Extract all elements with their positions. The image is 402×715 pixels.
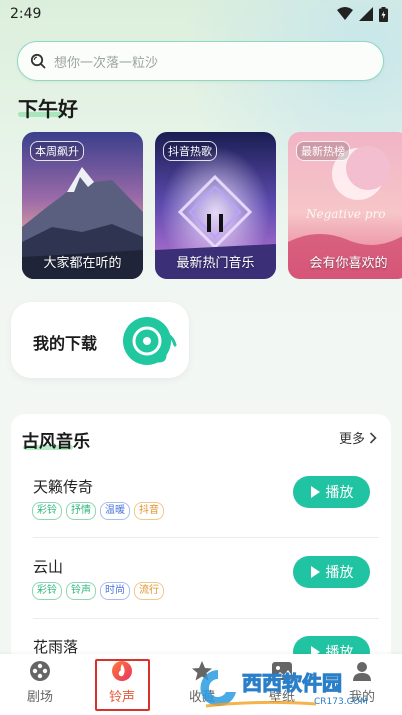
card-overlay-text: Negative pro: [306, 207, 386, 221]
search-input[interactable]: 想你一次落一粒沙: [17, 41, 384, 81]
my-downloads-label: 我的下载: [33, 334, 98, 353]
nav-label: 剧场: [26, 690, 53, 705]
chevron-right-icon: [369, 431, 377, 444]
greeting-title: 下午好: [18, 97, 78, 121]
section-title: 古风音乐: [22, 432, 90, 452]
song-tag: 抖音: [134, 502, 164, 520]
song-tags: 彩铃 抒情 温暖 抖音: [32, 502, 164, 520]
song-tag: 彩铃: [32, 502, 62, 520]
playlist-carousel[interactable]: 本周飙升 大家都在听的 抖音热歌 最新热门音乐 最新热榜 Negative pr…: [22, 132, 402, 280]
playlist-card-douyin[interactable]: 抖音热歌 最新热门音乐: [155, 132, 276, 279]
my-downloads-button[interactable]: 我的下载: [11, 302, 189, 378]
active-tab-highlight: [95, 659, 150, 711]
watermark-subtext: CR173.COM: [314, 697, 368, 707]
status-icons: [337, 6, 388, 22]
status-time: 2:49: [10, 6, 42, 22]
search-placeholder: 想你一次落一粒沙: [54, 55, 159, 71]
watermark-logo: 西西软件园 CR173.COM: [200, 670, 368, 708]
card-title: 最新热门音乐: [176, 256, 255, 271]
signal-icon: [359, 7, 373, 21]
more-button[interactable]: 更多: [339, 428, 377, 447]
song-title: 云山: [33, 558, 64, 576]
playlist-card-hotlist[interactable]: 最新热榜 Negative pro 会有你喜欢的: [288, 132, 402, 279]
song-divider: [33, 618, 379, 619]
watermark-text: 西西软件园: [242, 671, 342, 695]
playlist-card-weekly[interactable]: 本周飙升 大家都在听的: [22, 132, 143, 279]
play-label: 播放: [325, 565, 354, 581]
music-section-panel: 古风音乐 更多 天籁传奇 彩铃 抒情 温暖 抖音 播放 云山 彩铃 铃声 时尚 …: [11, 414, 391, 674]
card-title: 大家都在听的: [43, 256, 122, 271]
song-tag: 抒情: [66, 502, 96, 520]
card-tag: 本周飙升: [30, 141, 84, 161]
wifi-icon: [337, 7, 353, 20]
card-tag: 抖音热歌: [163, 141, 217, 161]
play-icon: [310, 486, 320, 498]
song-tag: 彩铃: [32, 582, 62, 600]
song-row[interactable]: 云山 彩铃 铃声 时尚 流行 播放: [11, 556, 391, 636]
status-bar: 2:49: [0, 0, 402, 28]
more-label: 更多: [338, 432, 365, 447]
search-icon: [30, 53, 46, 69]
play-label: 播放: [325, 485, 354, 501]
nav-item-theater[interactable]: 剧场: [10, 660, 70, 705]
card-tag: 最新热榜: [296, 141, 350, 161]
play-icon: [310, 566, 320, 578]
card-title: 会有你喜欢的: [309, 256, 388, 271]
watermark: 西西软件园 CR173.COM: [196, 660, 396, 714]
song-divider: [33, 537, 379, 538]
song-tag: 时尚: [100, 582, 130, 600]
song-tag: 流行: [134, 582, 164, 600]
disc-icon: [123, 317, 177, 365]
film-reel-icon: [30, 661, 50, 681]
battery-icon: [379, 6, 388, 22]
play-button[interactable]: 播放: [293, 556, 370, 588]
song-tag: 铃声: [66, 582, 96, 600]
song-row[interactable]: 天籁传奇 彩铃 抒情 温暖 抖音 播放: [11, 476, 391, 556]
song-tags: 彩铃 铃声 时尚 流行: [32, 582, 164, 600]
play-button[interactable]: 播放: [293, 476, 370, 508]
song-title: 天籁传奇: [33, 478, 94, 496]
song-tag: 温暖: [100, 502, 130, 520]
